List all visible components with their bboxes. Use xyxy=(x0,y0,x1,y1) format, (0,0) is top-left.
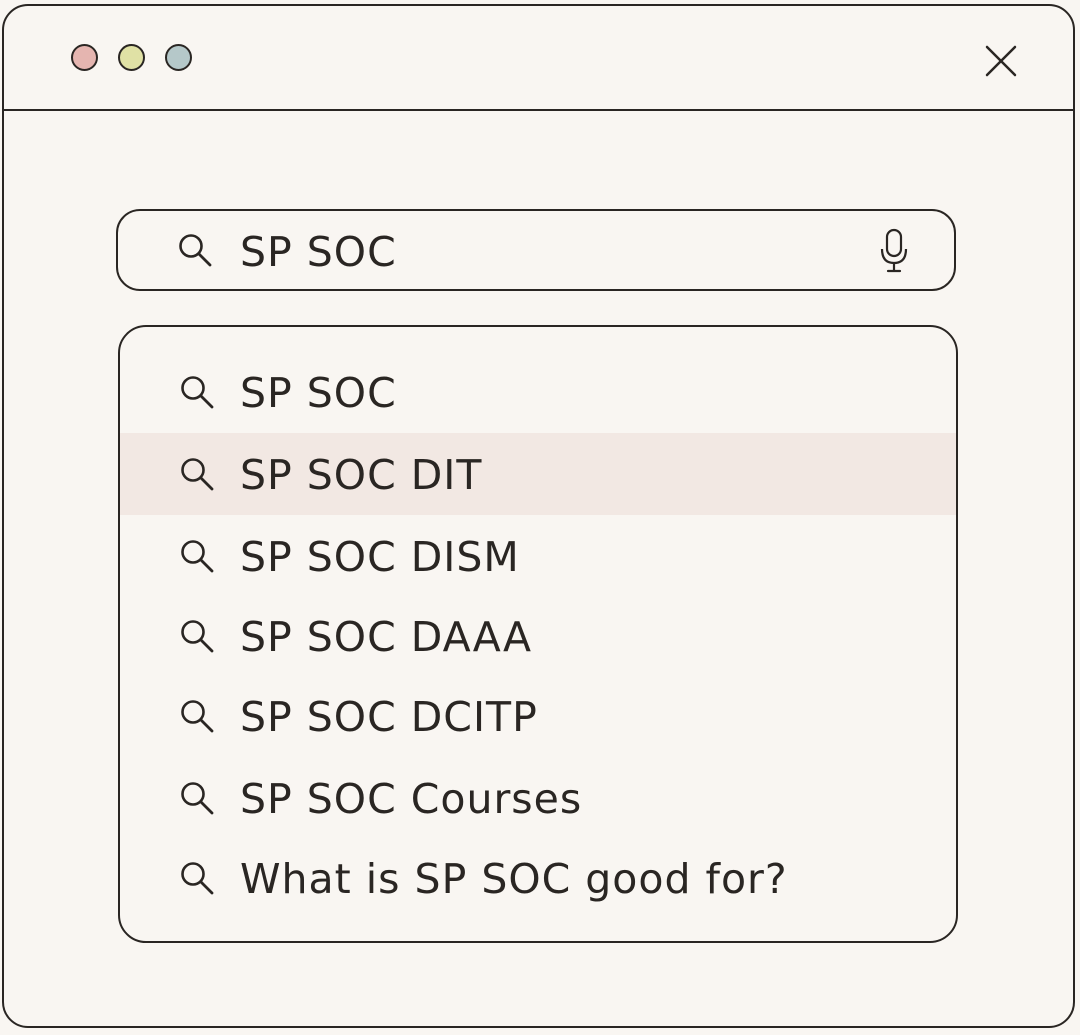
suggestion-item[interactable]: SP SOC xyxy=(120,351,956,433)
suggestion-list: SP SOC SP SOC DIT SP SOC DISM SP SOC DAAA SP… xyxy=(118,325,958,943)
search-icon xyxy=(181,376,214,409)
suggestion-label: What is SP SOC good for? xyxy=(240,855,788,903)
search-icon xyxy=(181,458,214,491)
window-close-dot[interactable] xyxy=(71,44,98,71)
title-bar xyxy=(4,6,1073,111)
search-bar[interactable]: SP SOC xyxy=(116,209,956,291)
suggestion-item[interactable]: What is SP SOC good for? xyxy=(120,837,956,919)
search-icon xyxy=(181,620,214,653)
search-icon xyxy=(181,700,214,733)
suggestion-label: SP SOC xyxy=(240,369,397,417)
window-maximize-dot[interactable] xyxy=(165,44,192,71)
suggestion-item[interactable]: SP SOC Courses xyxy=(120,757,956,839)
search-icon xyxy=(181,782,214,815)
close-icon[interactable] xyxy=(982,42,1020,80)
suggestion-label: SP SOC DCITP xyxy=(240,693,538,741)
search-icon xyxy=(181,862,214,895)
suggestion-item[interactable]: SP SOC DIT xyxy=(120,433,956,515)
suggestion-label: SP SOC DAAA xyxy=(240,613,533,661)
window-minimize-dot[interactable] xyxy=(118,44,145,71)
search-icon xyxy=(181,540,214,573)
suggestion-item[interactable]: SP SOC DCITP xyxy=(120,675,956,757)
search-icon xyxy=(179,234,212,267)
suggestion-item[interactable]: SP SOC DISM xyxy=(120,515,956,597)
suggestion-item[interactable]: SP SOC DAAA xyxy=(120,595,956,677)
microphone-icon[interactable] xyxy=(878,228,910,274)
suggestion-label: SP SOC DISM xyxy=(240,533,520,581)
suggestion-label: SP SOC Courses xyxy=(240,775,583,823)
suggestion-label: SP SOC DIT xyxy=(240,451,483,499)
search-input[interactable]: SP SOC xyxy=(240,227,397,277)
